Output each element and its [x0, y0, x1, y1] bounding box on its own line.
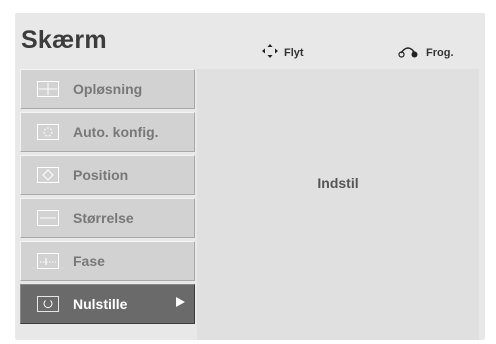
- move-hint: Flyt: [262, 44, 304, 61]
- phase-icon: [37, 253, 59, 269]
- auto-config-icon: [37, 124, 59, 140]
- move-icon: [262, 44, 278, 61]
- move-hint-label: Flyt: [284, 46, 304, 59]
- menu-item-label: Størrelse: [73, 210, 134, 226]
- menu-item-phase[interactable]: Fase: [20, 241, 195, 281]
- menu-item-label: Opløsning: [73, 81, 143, 97]
- reset-icon: [37, 296, 59, 312]
- menu-item-label: Fase: [73, 253, 105, 269]
- menu-item-size[interactable]: Størrelse: [20, 198, 195, 238]
- back-hint-label: Frog.: [426, 46, 454, 59]
- menu-item-label: Position: [73, 167, 129, 183]
- resolution-icon: [37, 81, 59, 97]
- back-hint: Frog.: [398, 44, 454, 61]
- setting-panel: Indstil: [197, 69, 479, 340]
- menu-item-position[interactable]: Position: [20, 155, 195, 195]
- menu-item-label: Auto. konfig.: [73, 124, 159, 140]
- menu-list: Opløsning Auto. konfig. Position Størrel…: [20, 69, 195, 327]
- arrow-right-icon: [176, 297, 185, 307]
- menu-item-resolution[interactable]: Opløsning: [20, 69, 195, 109]
- panel-label: Indstil: [317, 175, 359, 191]
- size-icon: [37, 210, 59, 226]
- menu-item-auto-config[interactable]: Auto. konfig.: [20, 112, 195, 152]
- back-button-icon: [398, 44, 420, 61]
- menu-title: Skærm: [21, 26, 107, 54]
- position-icon: [37, 167, 59, 183]
- menu-item-label: Nulstille: [73, 296, 128, 312]
- menu-item-reset[interactable]: Nulstille: [20, 284, 195, 324]
